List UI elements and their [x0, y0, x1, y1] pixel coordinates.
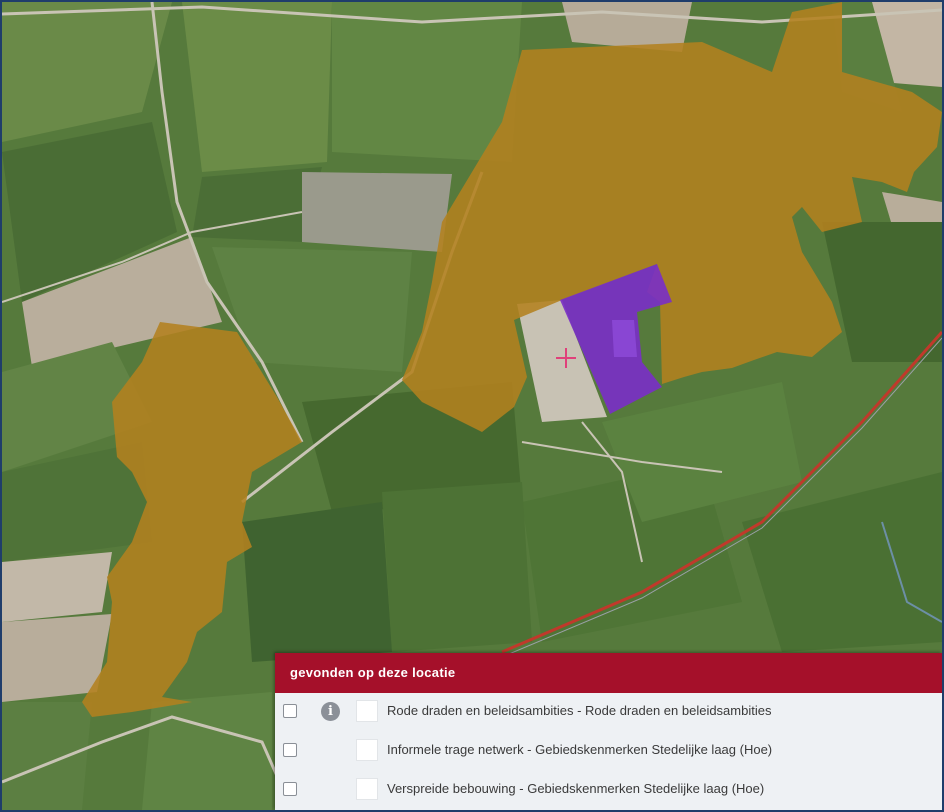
- map-frame[interactable]: gevonden op deze locatie i Rode draden e…: [0, 0, 944, 812]
- legend-label: Rode draden en beleidsambities - Rode dr…: [387, 703, 772, 718]
- layer-checkbox[interactable]: [283, 743, 297, 757]
- legend-label: Informele trage netwerk - Gebiedskenmerk…: [387, 742, 773, 757]
- field-parcel: [382, 482, 532, 652]
- legend-header: gevonden op deze locatie: [275, 653, 942, 693]
- bare-field: [2, 552, 112, 622]
- zone-purple-inner: [612, 320, 637, 357]
- field-parcel: [242, 502, 392, 662]
- legend-panel: gevonden op deze locatie i Rode draden e…: [275, 653, 942, 810]
- layer-checkbox[interactable]: [283, 704, 297, 718]
- field-parcel: [142, 692, 272, 810]
- info-icon[interactable]: i: [321, 702, 340, 721]
- layer-checkbox[interactable]: [283, 782, 297, 796]
- legend-item[interactable]: Informele trage netwerk - Gebiedskenmerk…: [275, 732, 942, 771]
- legend-swatch: [356, 739, 378, 761]
- field-parcel: [2, 702, 92, 810]
- legend-item[interactable]: i Rode draden en beleidsambities - Rode …: [275, 693, 942, 732]
- field-parcel: [182, 2, 332, 172]
- legend-label: Verspreide bebouwing - Gebiedskenmerken …: [387, 781, 765, 796]
- legend-swatch: [356, 700, 378, 722]
- legend-swatch: [356, 778, 378, 800]
- residential-area: [302, 172, 452, 252]
- crosshair-icon: [556, 348, 576, 368]
- crosshair-vertical: [565, 348, 567, 368]
- legend-item[interactable]: Verspreide bebouwing - Gebiedskenmerken …: [275, 771, 942, 810]
